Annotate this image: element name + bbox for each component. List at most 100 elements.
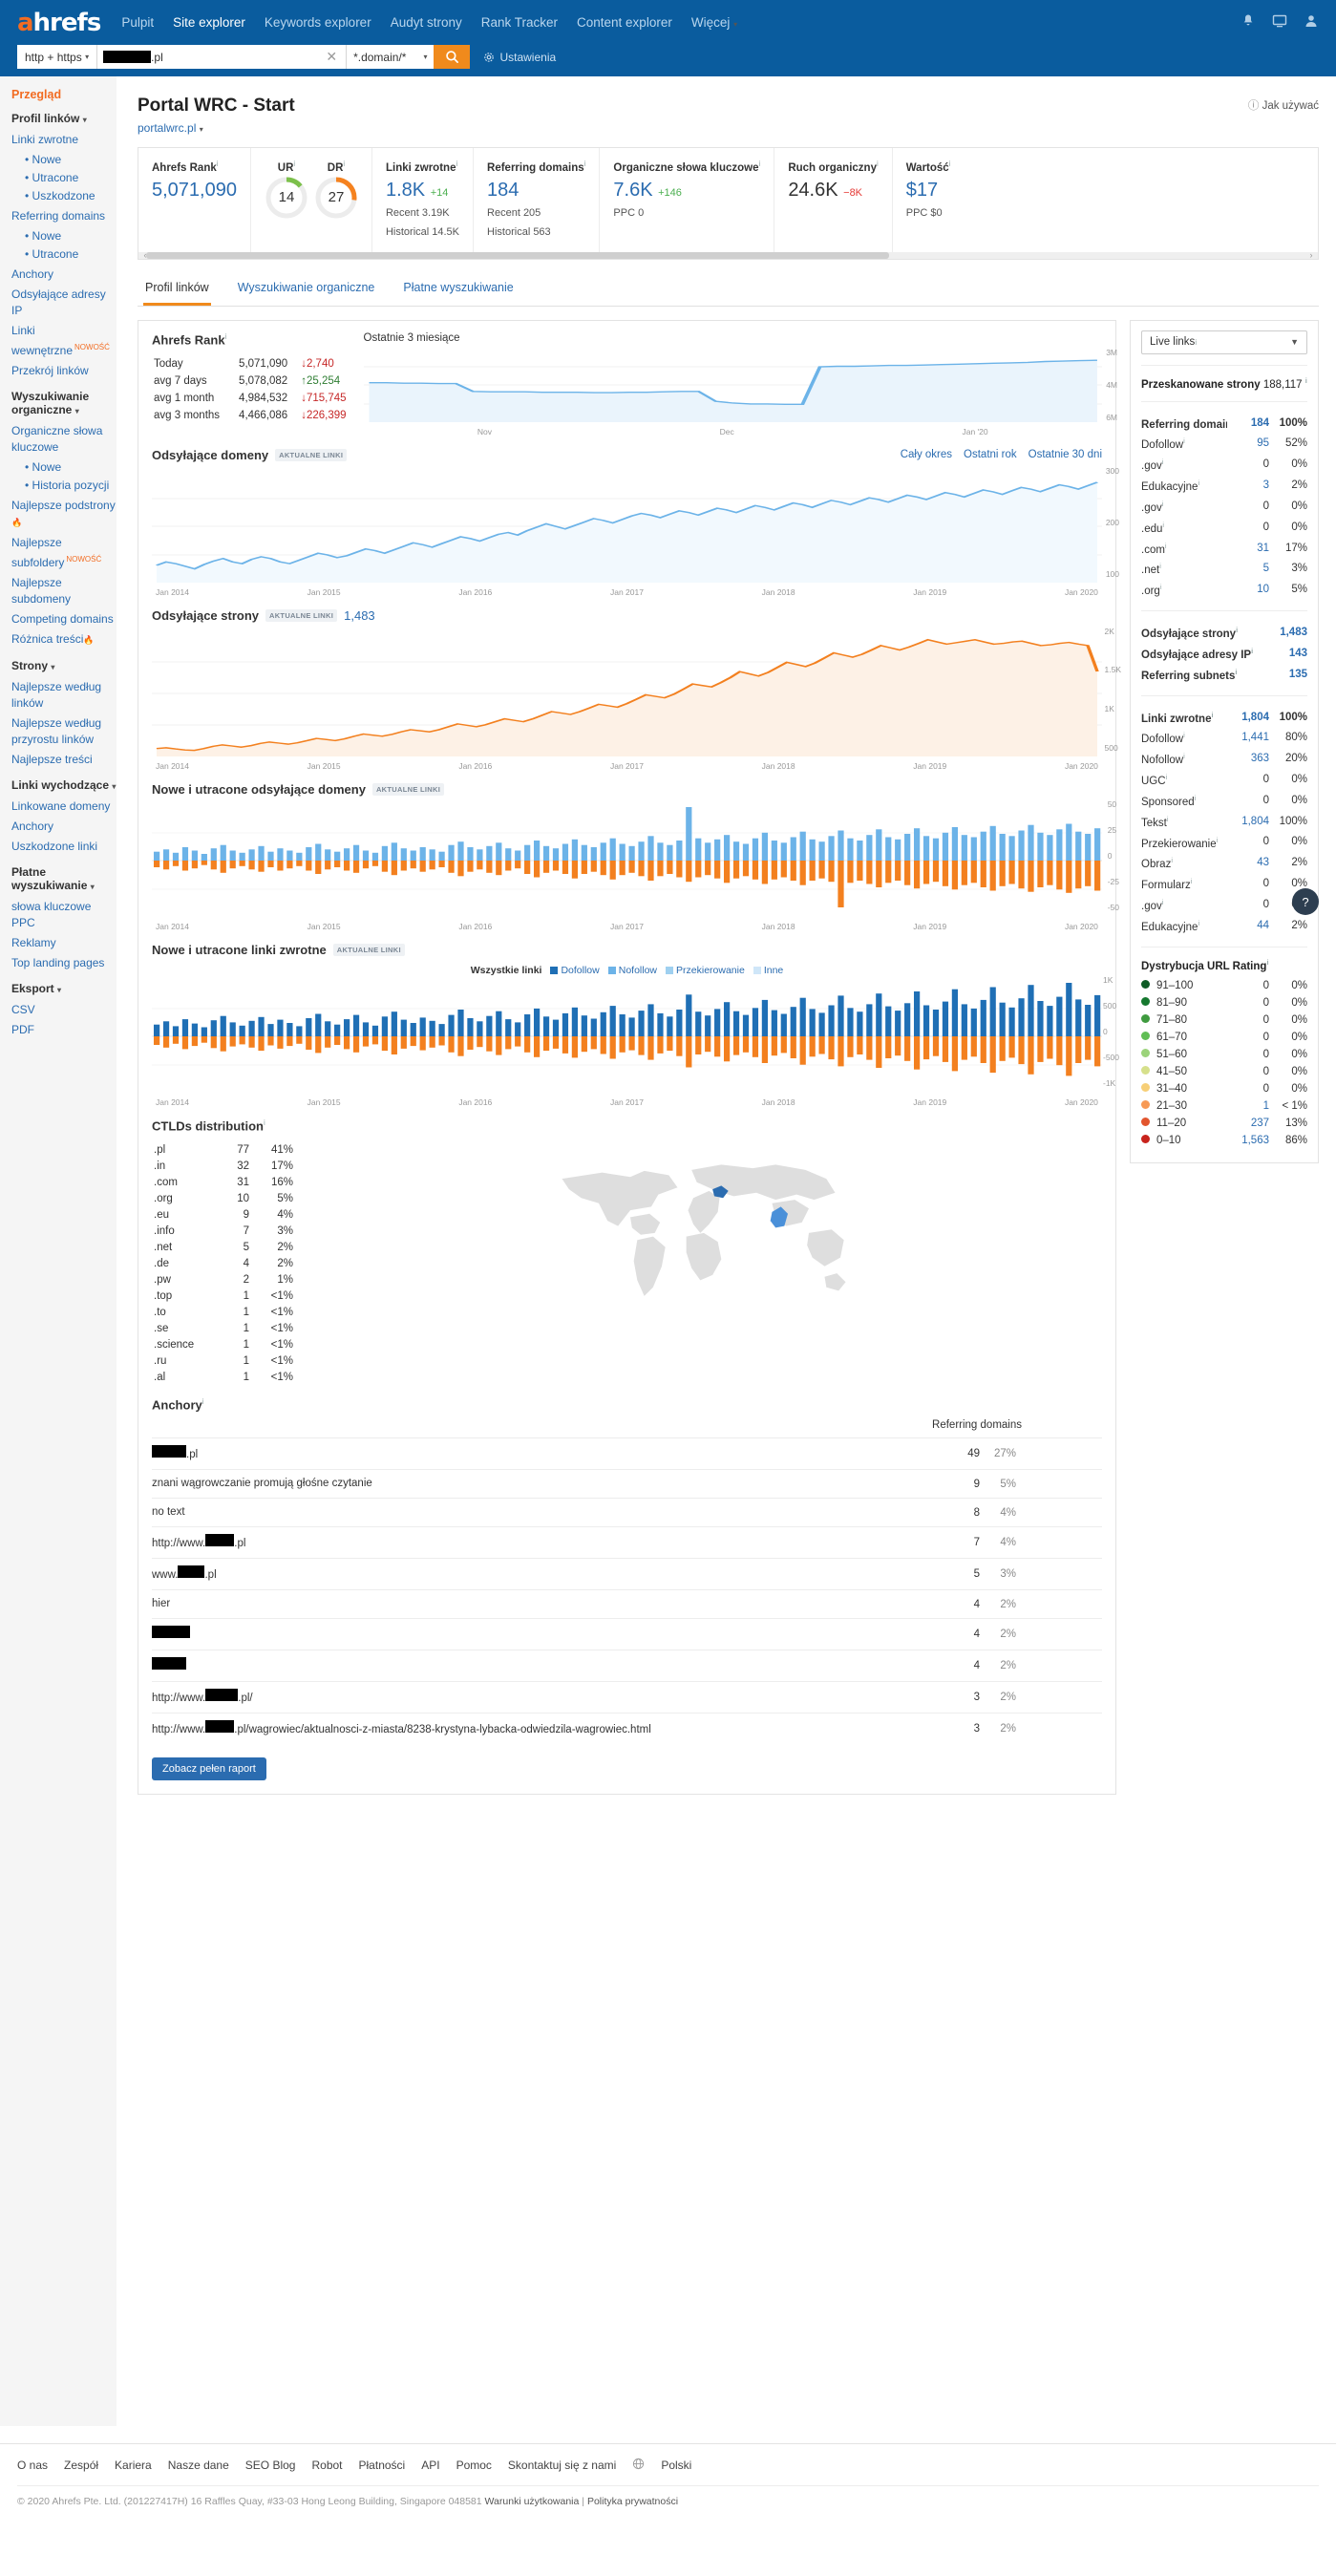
sidebar-item-5-0[interactable]: CSV: [11, 1002, 117, 1018]
sidebar-item-1-1[interactable]: Najlepsze podstrony🔥: [11, 498, 117, 531]
row-value[interactable]: 1,441: [1227, 729, 1269, 746]
row-value[interactable]: 1,804: [1227, 709, 1269, 726]
anchor-row[interactable]: no text 8 4%: [152, 1498, 1102, 1526]
info-icon[interactable]: i: [1183, 731, 1185, 739]
sidebar-item-0-2[interactable]: Anchory: [11, 266, 117, 283]
language-selector[interactable]: Polski: [661, 2459, 691, 2472]
cards-scrollbar[interactable]: ‹ ›: [138, 250, 1318, 260]
info-icon[interactable]: i: [264, 1118, 265, 1127]
ahrefs-logo[interactable]: ahrefs: [17, 9, 101, 37]
settings-link[interactable]: Ustawienia: [483, 51, 556, 64]
row-value[interactable]: 0: [1227, 1080, 1269, 1097]
monitor-icon[interactable]: [1272, 13, 1287, 32]
info-icon[interactable]: i: [1195, 794, 1197, 802]
sidebar-item-2-2[interactable]: Najlepsze treści: [11, 752, 117, 768]
nav-item-audyt-strony[interactable]: Audyt strony: [391, 15, 462, 30]
bell-icon[interactable]: [1241, 13, 1256, 32]
new-lost-backlinks-chart[interactable]: 1K 500 0 -500 -1K Jan 2014 Jan 2015 Jan 2016 Ja…: [152, 975, 1119, 1107]
sidebar-item-1-5[interactable]: Różnica treści🔥: [11, 631, 117, 649]
sidebar-subitem-0-1-0[interactable]: Nowe: [25, 228, 117, 245]
range-filter-2[interactable]: Ostatnie 30 dni: [1029, 449, 1102, 460]
info-icon[interactable]: i: [1159, 562, 1161, 570]
info-icon[interactable]: i: [1235, 668, 1237, 676]
sidebar-item-5-1[interactable]: PDF: [11, 1022, 117, 1038]
clear-icon[interactable]: ✕: [326, 49, 340, 65]
search-mode-select[interactable]: *.domain/* ▾: [346, 45, 435, 69]
info-icon[interactable]: i: [1165, 542, 1167, 550]
info-icon[interactable]: i: [1198, 479, 1199, 487]
tab-1[interactable]: Wyszukiwanie organiczne: [236, 273, 377, 306]
sidebar-group-5[interactable]: Eksport ▾: [11, 982, 117, 995]
info-icon[interactable]: i: [759, 160, 761, 168]
row-value[interactable]: 95: [1227, 435, 1269, 452]
row-value[interactable]: 0: [1227, 896, 1269, 913]
info-icon[interactable]: i: [1162, 898, 1164, 906]
footer-link-2[interactable]: Kariera: [115, 2459, 152, 2472]
info-icon[interactable]: i: [877, 160, 879, 168]
anchor-row[interactable]: www. .pl 5 3%: [152, 1558, 1102, 1589]
sidebar-item-4-1[interactable]: Reklamy: [11, 935, 117, 951]
row-value[interactable]: 0: [1227, 498, 1269, 515]
row-value[interactable]: 5: [1227, 560, 1269, 577]
help-button[interactable]: ?: [1292, 888, 1319, 915]
row-value[interactable]: 0: [1227, 1046, 1269, 1063]
search-input[interactable]: .pl ✕: [97, 45, 347, 69]
range-filter-0[interactable]: Cały okres: [901, 449, 952, 460]
info-icon[interactable]: i: [1217, 836, 1219, 844]
row-value[interactable]: 1,804: [1227, 813, 1269, 830]
info-icon[interactable]: i: [1211, 711, 1213, 719]
sidebar-group-3[interactable]: Linki wychodzące ▾: [11, 778, 117, 792]
sidebar-item-3-2[interactable]: Uszkodzone linki: [11, 839, 117, 855]
nav-item-content-explorer[interactable]: Content explorer: [577, 15, 672, 30]
row-value[interactable]: 0: [1227, 1063, 1269, 1080]
info-icon[interactable]: i: [202, 1397, 204, 1406]
protocol-select[interactable]: http + https ▾: [17, 45, 98, 69]
row-value[interactable]: 44: [1227, 917, 1269, 934]
footer-link-1[interactable]: Zespół: [64, 2459, 98, 2472]
sidebar-subitem-0-0-0[interactable]: Nowe: [25, 152, 117, 168]
footer-link-0[interactable]: O nas: [17, 2459, 48, 2472]
legend-item-2[interactable]: Przekierowanie: [666, 965, 745, 976]
row-value[interactable]: 363: [1227, 750, 1269, 767]
sidebar-item-0-0[interactable]: Linki zwrotne: [11, 132, 117, 148]
row-value[interactable]: 10: [1227, 581, 1269, 598]
row-value[interactable]: 237: [1227, 1115, 1269, 1132]
nav-item-site-explorer[interactable]: Site explorer: [173, 15, 245, 30]
sidebar-subitem-0-0-1[interactable]: Utracone: [25, 170, 117, 186]
terms-link[interactable]: Warunki użytkowania: [485, 2496, 580, 2507]
live-links-select[interactable]: Live links i ▼: [1141, 330, 1307, 354]
row-value[interactable]: 1,563: [1227, 1132, 1269, 1149]
footer-link-3[interactable]: Nasze dane: [168, 2459, 229, 2472]
anchor-row[interactable]: znani wągrowczanie promują głośne czytan…: [152, 1469, 1102, 1498]
info-icon[interactable]: i: [217, 160, 219, 168]
info-icon[interactable]: i: [584, 160, 586, 168]
legend-item-3[interactable]: Inne: [753, 965, 783, 976]
info-icon[interactable]: i: [1195, 338, 1197, 347]
search-button[interactable]: [434, 45, 471, 69]
row-value[interactable]: 0: [1227, 456, 1269, 473]
see-full-report-button[interactable]: Zobacz pełen raport: [152, 1757, 266, 1781]
info-icon[interactable]: i: [1162, 521, 1164, 529]
anchor-row[interactable]: 4 2%: [152, 1650, 1102, 1681]
row-value[interactable]: 184: [1227, 415, 1269, 432]
info-icon[interactable]: i: [1251, 647, 1253, 655]
info-icon[interactable]: i: [1160, 583, 1162, 591]
sidebar-item-0-4[interactable]: Linki wewnętrzne NOWOŚĆ: [11, 323, 117, 359]
anchor-row[interactable]: http://www. .pl 7 4%: [152, 1526, 1102, 1558]
info-icon[interactable]: i: [225, 332, 227, 341]
domain-selector[interactable]: portalwrc.pl ▾: [138, 121, 1319, 135]
sidebar-group-0[interactable]: Profil linków ▾: [11, 112, 117, 125]
tab-0[interactable]: Profil linków: [143, 273, 211, 306]
tab-2[interactable]: Płatne wyszukiwanie: [401, 273, 515, 306]
row-value[interactable]: 1: [1227, 1097, 1269, 1115]
info-icon[interactable]: i: [456, 160, 457, 168]
row-value[interactable]: 1,483: [1265, 624, 1307, 641]
info-icon[interactable]: i: [1183, 752, 1185, 760]
user-avatar-icon[interactable]: [1304, 13, 1319, 32]
scroll-thumb[interactable]: [146, 251, 890, 259]
sidebar-item-0-3[interactable]: Odsyłające adresy IP: [11, 287, 117, 319]
info-icon[interactable]: i: [1167, 815, 1169, 823]
sidebar-subitem-1-0-1[interactable]: Historia pozycji: [25, 478, 117, 494]
sidebar-item-przeglad[interactable]: Przegląd: [11, 88, 117, 101]
sidebar-group-4[interactable]: Płatne wyszukiwanie ▾: [11, 865, 117, 892]
